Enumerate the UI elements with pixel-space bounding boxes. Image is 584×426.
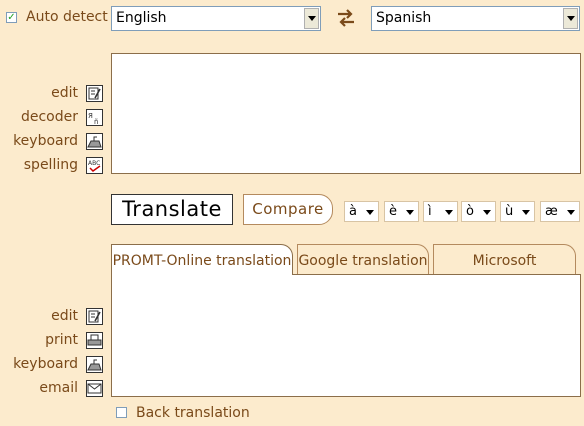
swap-languages-icon[interactable]: [335, 8, 357, 28]
source-language-select[interactable]: English: [111, 6, 321, 31]
keyboard-icon[interactable]: [86, 133, 103, 150]
chevron-down-icon: [445, 210, 453, 215]
output-keyboard-label[interactable]: keyboard: [0, 356, 78, 372]
output-print-label[interactable]: print: [0, 332, 78, 348]
char-value: à: [349, 204, 357, 219]
tab-promt-online[interactable]: PROMT-Online translation: [111, 244, 293, 275]
edit-icon[interactable]: [86, 85, 103, 102]
edit-icon[interactable]: [86, 308, 103, 325]
chevron-down-icon: [567, 210, 575, 215]
char-dropdown-ae[interactable]: æ: [540, 201, 580, 222]
auto-detect-checkbox[interactable]: ✓: [6, 12, 17, 23]
char-dropdown-i-grave[interactable]: ì: [423, 201, 458, 222]
source-language-value: English: [116, 10, 167, 26]
keyboard-icon[interactable]: [86, 356, 103, 373]
char-dropdown-o-grave[interactable]: ò: [461, 201, 496, 222]
translation-output[interactable]: [111, 274, 581, 397]
input-decoder-label[interactable]: decoder: [0, 109, 78, 125]
chevron-down-icon: [406, 210, 414, 215]
chevron-down-icon: [304, 8, 319, 29]
auto-detect-label: Auto detect: [26, 9, 108, 25]
tab-google[interactable]: Google translation: [297, 244, 429, 274]
char-dropdown-u-grave[interactable]: ù: [500, 201, 535, 222]
svg-text:ABC: ABC: [88, 160, 100, 167]
chevron-down-icon: [522, 210, 530, 215]
spelling-icon[interactable]: ABC: [86, 157, 103, 174]
translate-button[interactable]: Translate: [111, 194, 233, 225]
output-edit-label[interactable]: edit: [0, 308, 78, 324]
svg-text:ñ: ñ: [94, 118, 98, 125]
input-spelling-label[interactable]: spelling: [0, 157, 78, 173]
chevron-down-icon: [483, 210, 491, 215]
char-dropdown-e-grave[interactable]: è: [384, 201, 419, 222]
chevron-down-icon: [366, 210, 374, 215]
char-dropdown-a-grave[interactable]: à: [344, 201, 379, 222]
char-value: æ: [545, 204, 558, 219]
email-icon[interactable]: [86, 380, 103, 397]
back-translation-checkbox[interactable]: [116, 407, 127, 418]
input-keyboard-label[interactable]: keyboard: [0, 133, 78, 149]
input-edit-label[interactable]: edit: [0, 85, 78, 101]
char-value: ù: [505, 204, 514, 219]
source-text-input[interactable]: [111, 53, 581, 174]
char-value: ò: [466, 204, 474, 219]
target-language-value: Spanish: [376, 10, 432, 26]
chevron-down-icon: [563, 8, 578, 29]
target-language-select[interactable]: Spanish: [371, 6, 580, 31]
char-value: ì: [428, 204, 432, 219]
decoder-icon[interactable]: Яñ: [86, 109, 103, 126]
svg-text:Я: Я: [88, 112, 93, 120]
back-translation-label: Back translation: [136, 405, 250, 421]
output-email-label[interactable]: email: [0, 380, 78, 396]
tab-microsoft[interactable]: Microsoft translation: [433, 244, 576, 302]
char-value: è: [389, 204, 397, 219]
print-icon[interactable]: [86, 332, 103, 349]
compare-button[interactable]: Compare: [243, 194, 333, 225]
